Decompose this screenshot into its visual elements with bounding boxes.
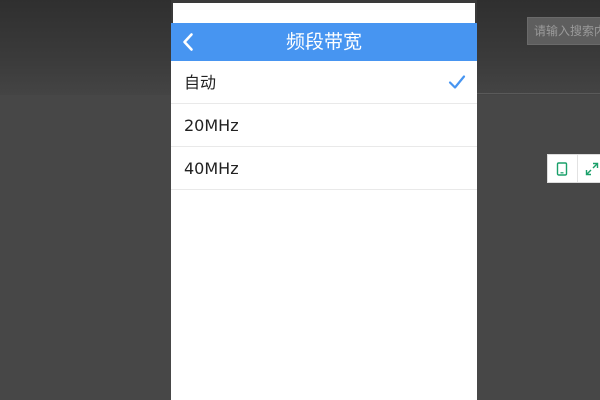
option-label: 20MHz bbox=[184, 116, 239, 135]
chevron-left-icon bbox=[183, 33, 193, 51]
bandwidth-options-list: 自动 20MHz 40MHz bbox=[171, 61, 477, 190]
page-title: 频段带宽 bbox=[285, 31, 362, 53]
option-40mhz[interactable]: 40MHz bbox=[171, 147, 477, 190]
checkmark-icon bbox=[448, 75, 466, 89]
option-20mhz[interactable]: 20MHz bbox=[171, 104, 477, 147]
status-bar bbox=[171, 0, 477, 23]
option-label: 自动 bbox=[184, 73, 217, 92]
back-button[interactable] bbox=[173, 23, 203, 61]
expand-icon[interactable] bbox=[576, 155, 600, 182]
phone-screen: 频段带宽 自动 20MHz 40MHz bbox=[171, 0, 477, 400]
option-label: 40MHz bbox=[184, 159, 239, 178]
nav-header: 频段带宽 bbox=[171, 23, 477, 61]
background-toolbar bbox=[547, 154, 600, 183]
tablet-icon[interactable] bbox=[548, 155, 577, 182]
background-search-input[interactable]: 请输入搜索内容 bbox=[527, 17, 600, 45]
background-divider bbox=[476, 93, 600, 94]
option-auto[interactable]: 自动 bbox=[171, 61, 477, 104]
